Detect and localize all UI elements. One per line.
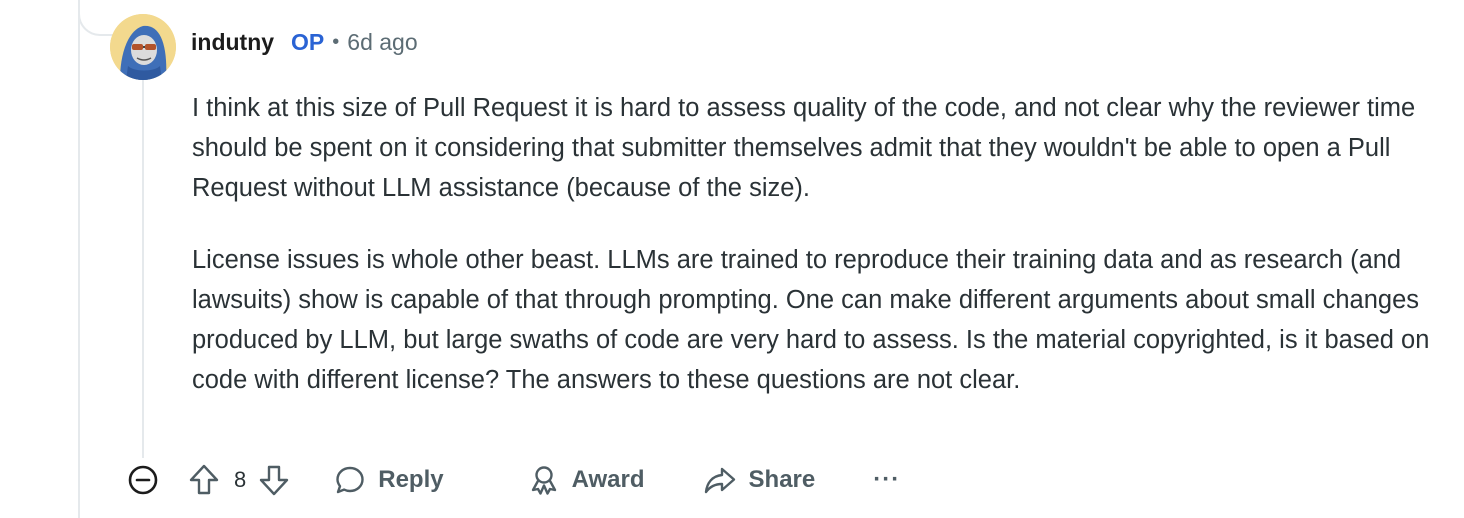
- reply-label: Reply: [378, 466, 444, 493]
- comment-body: I think at this size of Pull Request it …: [192, 88, 1442, 400]
- comment-paragraph-1: I think at this size of Pull Request it …: [192, 94, 1416, 202]
- comment-thread-line[interactable]: [142, 80, 144, 458]
- collapse-thread-button[interactable]: [124, 461, 162, 499]
- username-link[interactable]: indutny: [191, 29, 274, 56]
- meta-separator: •: [332, 30, 340, 53]
- arrow-down-icon: [260, 465, 289, 496]
- share-button[interactable]: Share: [703, 464, 816, 496]
- upvote-button[interactable]: [188, 463, 220, 497]
- thread-branch-curve: [78, 0, 118, 36]
- award-button[interactable]: Award: [528, 464, 645, 496]
- comment-action-bar: 8 Reply Award Share ···: [124, 458, 900, 502]
- downvote-button[interactable]: [258, 463, 290, 497]
- vote-count: 8: [234, 467, 247, 492]
- comment-timestamp[interactable]: 6d ago: [347, 29, 417, 56]
- vote-controls: 8: [188, 463, 290, 497]
- avatar[interactable]: [110, 14, 176, 80]
- comment-bubble-icon: [336, 466, 364, 494]
- snoo-avatar-icon: [110, 14, 176, 80]
- award-ribbon-icon: [531, 466, 556, 495]
- share-arrow-icon: [704, 467, 735, 494]
- arrow-up-icon: [189, 464, 219, 495]
- more-options-button[interactable]: ···: [873, 466, 900, 494]
- minus-circle-icon: [128, 465, 158, 495]
- comment-paragraph-2: License issues is whole other beast. LLM…: [192, 246, 1430, 394]
- op-badge: OP: [291, 28, 325, 55]
- parent-thread-line[interactable]: [78, 0, 80, 518]
- share-label: Share: [748, 466, 816, 493]
- award-label: Award: [571, 466, 645, 493]
- reply-button[interactable]: Reply: [334, 464, 444, 496]
- comment-header: indutny OP • 6d ago: [191, 27, 418, 57]
